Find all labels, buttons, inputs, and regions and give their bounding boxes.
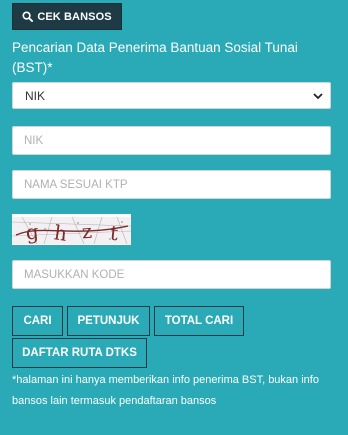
captcha-image: g h z t xyxy=(12,214,131,245)
chevron-down-icon xyxy=(312,90,324,102)
search-type-select[interactable]: NIK xyxy=(12,82,331,109)
search-type-value: NIK xyxy=(25,88,46,103)
form-title: Pencarian Data Penerima Bantuan Sosial T… xyxy=(12,40,298,75)
nik-input[interactable] xyxy=(12,126,331,155)
cek-bansos-label: CEK BANSOS xyxy=(37,10,112,23)
cari-button[interactable]: CARI xyxy=(12,306,63,336)
petunjuk-button[interactable]: PETUNJUK xyxy=(67,306,150,336)
cek-bansos-button[interactable]: CEK BANSOS xyxy=(12,3,122,30)
search-icon xyxy=(22,11,34,22)
disclaimer-note: *halaman ini hanya memberikan info pener… xyxy=(12,374,319,407)
captcha-code-input[interactable] xyxy=(12,260,331,289)
nama-input[interactable] xyxy=(12,170,331,199)
total-cari-button[interactable]: TOTAL CARI xyxy=(154,306,244,336)
svg-text:z: z xyxy=(81,221,93,244)
daftar-ruta-dtks-button[interactable]: DAFTAR RUTA DTKS xyxy=(12,338,147,368)
